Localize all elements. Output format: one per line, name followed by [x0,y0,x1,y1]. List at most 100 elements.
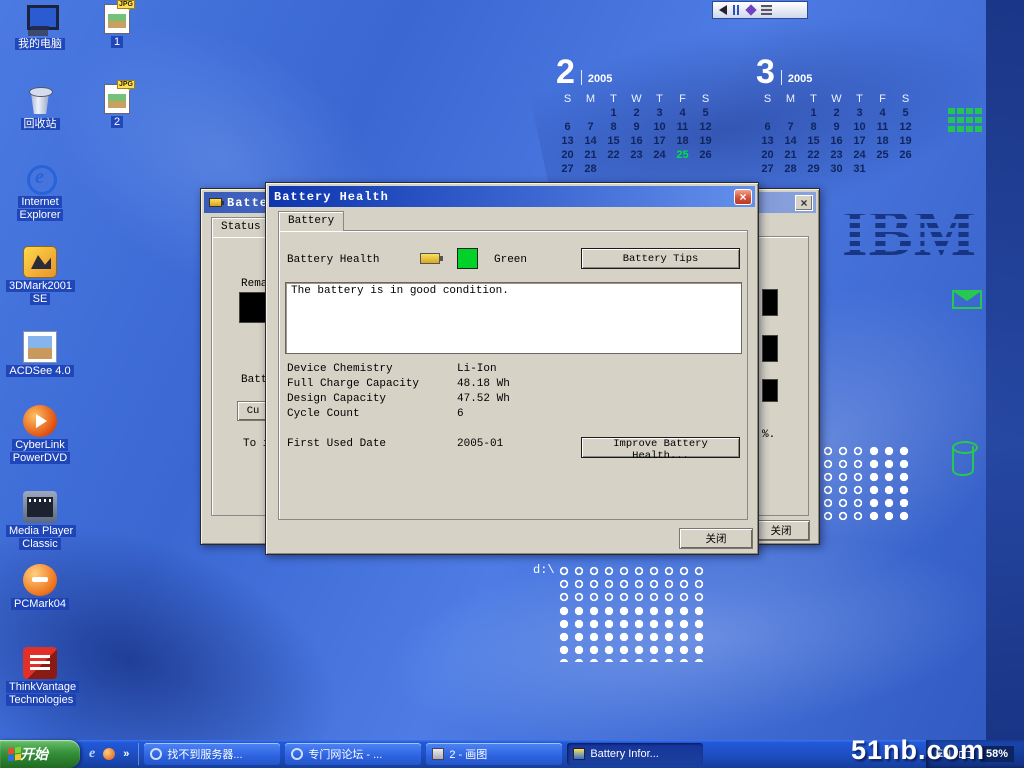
calendar-day-header: T [802,93,825,106]
battery-tab-panel: Battery Health Green Battery Tips The ba… [278,230,748,520]
desktop-icon-internet-explorer[interactable]: Internet Explorer [6,162,74,222]
database-cylinder-icon [952,446,974,476]
file-label: 1 [111,36,123,48]
calendar-month-number: 2 [556,56,575,88]
calendar-march: 3 2005 SMTWTFS12345678910111213141516171… [756,52,921,176]
desktop-file-2[interactable]: JPG 2 [86,84,148,129]
calendar-day [756,107,779,120]
jpg-badge: JPG [117,80,135,89]
indicator-icon[interactable] [745,4,756,15]
field-value: 48.18 Wh [457,378,510,393]
calendar-day [648,163,671,176]
calendar-day: 5 [894,107,917,120]
calendar-day: 26 [694,149,717,162]
calendar-day-header: F [671,93,694,106]
task-label: 找不到服务器... [167,746,242,762]
desktop-icon-acdsee[interactable]: ACDSee 4.0 [6,331,74,378]
start-button[interactable]: 开始 [0,740,80,768]
calendar-day: 27 [556,163,579,176]
battery-percentage[interactable]: 58% [980,746,1014,762]
file-label: 2 [111,116,123,128]
ibm-logo: IBM [842,196,977,272]
desktop-icon-3dmark[interactable]: 3DMark2001 SE [6,246,74,306]
icon-label: ACDSee 4.0 [6,365,73,377]
my-computer-icon [23,4,57,36]
calendar-day: 11 [871,121,894,134]
dialog-close-button[interactable]: 关闭 [679,528,753,549]
powerdvd-icon [23,405,57,437]
dot-pattern [821,445,867,521]
jpg-file-icon: JPG [104,84,130,114]
display-grid-icon[interactable] [761,5,772,15]
calendar-day: 25 [871,149,894,162]
desktop-icon-thinkvantage[interactable]: ThinkVantage Technologies [6,647,74,707]
battery-icon [573,748,585,760]
taskbar-task-paint[interactable]: 2 - 画图 [426,743,562,765]
taskbar-task-forum[interactable]: 专门网论坛 - ... [285,743,421,765]
icon-label: 回收站 [21,118,60,130]
desktop-icon-powerdvd[interactable]: CyberLink PowerDVD [6,405,74,465]
calendar-title: 2 2005 [556,52,721,88]
calendar-day: 19 [894,135,917,148]
calendar-day: 18 [671,135,694,148]
condition-textbox[interactable]: The battery is in good condition. [285,282,742,354]
improve-battery-health-button[interactable]: Improve Battery Health... [581,437,740,458]
taskbar-task-battery-information[interactable]: Battery Infor... [567,743,703,765]
calendar-year: 2005 [588,73,612,88]
bg-dialog-close-button[interactable]: 关闭 [752,520,810,541]
tab-status[interactable]: Status [211,217,271,237]
media-quicklaunch-icon[interactable] [103,748,115,760]
equalizer-icon[interactable] [733,5,741,15]
taskbar-task-server[interactable]: 找不到服务器... [144,743,280,765]
volume-icon[interactable] [719,5,727,15]
calendar-day: 23 [625,149,648,162]
calendar-day: 11 [671,121,694,134]
black-display [762,335,778,362]
close-button[interactable]: × [734,189,752,205]
recycle-bin-icon [23,84,57,116]
field-row: Full Charge Capacity48.18 Wh [287,378,510,393]
calendar-day: 21 [779,149,802,162]
calendar-day: 14 [779,135,802,148]
calendar-day [671,163,694,176]
field-label: Full Charge Capacity [287,378,457,393]
calendar-day: 27 [756,163,779,176]
thinkvantage-icon [23,647,57,679]
calendar-day: 22 [802,149,825,162]
calendar-day: 16 [825,135,848,148]
calendar-day: 4 [671,107,694,120]
ie-quicklaunch-icon[interactable]: e [89,747,95,761]
battery-tips-button[interactable]: Battery Tips [581,248,740,269]
dialog-titlebar[interactable]: Battery Health × [269,186,755,207]
desktop-icon-recycle-bin[interactable]: 回收站 [6,84,74,131]
icon-label: ThinkVantage Technologies [6,681,79,706]
calendar-year: 2005 [788,73,812,88]
desktop-icon-media-player-classic[interactable]: Media Player Classic [6,491,74,551]
desktop-file-1[interactable]: JPG 1 [86,4,148,49]
calendar-day: 8 [602,121,625,134]
field-row: Device ChemistryLi-Ion [287,363,510,378]
calendar-day-header: W [625,93,648,106]
calendar-day-header: F [871,93,894,106]
calendar-day: 3 [648,107,671,120]
calendar-day: 24 [848,149,871,162]
field-label: Design Capacity [287,393,457,408]
envelope-icon [952,290,982,309]
osd-toolbar[interactable] [712,1,808,19]
calendar-day: 16 [625,135,648,148]
field-row: Design Capacity47.52 Wh [287,393,510,408]
tab-battery[interactable]: Battery [278,211,344,231]
dot-pattern [557,565,708,605]
calendar-day: 30 [825,163,848,176]
battery-fields: Device ChemistryLi-Ion Full Charge Capac… [287,363,510,453]
calendar-day: 2 [825,107,848,120]
desktop-icon-pcmark[interactable]: PCMark04 [6,564,74,611]
pcmark-icon [23,564,57,596]
desktop-icon-my-computer[interactable]: 我的电脑 [6,4,74,51]
calendar-day: 13 [756,135,779,148]
task-label: 2 - 画图 [449,746,487,762]
calendar-day: 3 [848,107,871,120]
quicklaunch-overflow-chevron[interactable]: » [123,748,129,760]
close-button[interactable]: × [795,195,813,211]
calculator-grid-icon [948,108,982,133]
